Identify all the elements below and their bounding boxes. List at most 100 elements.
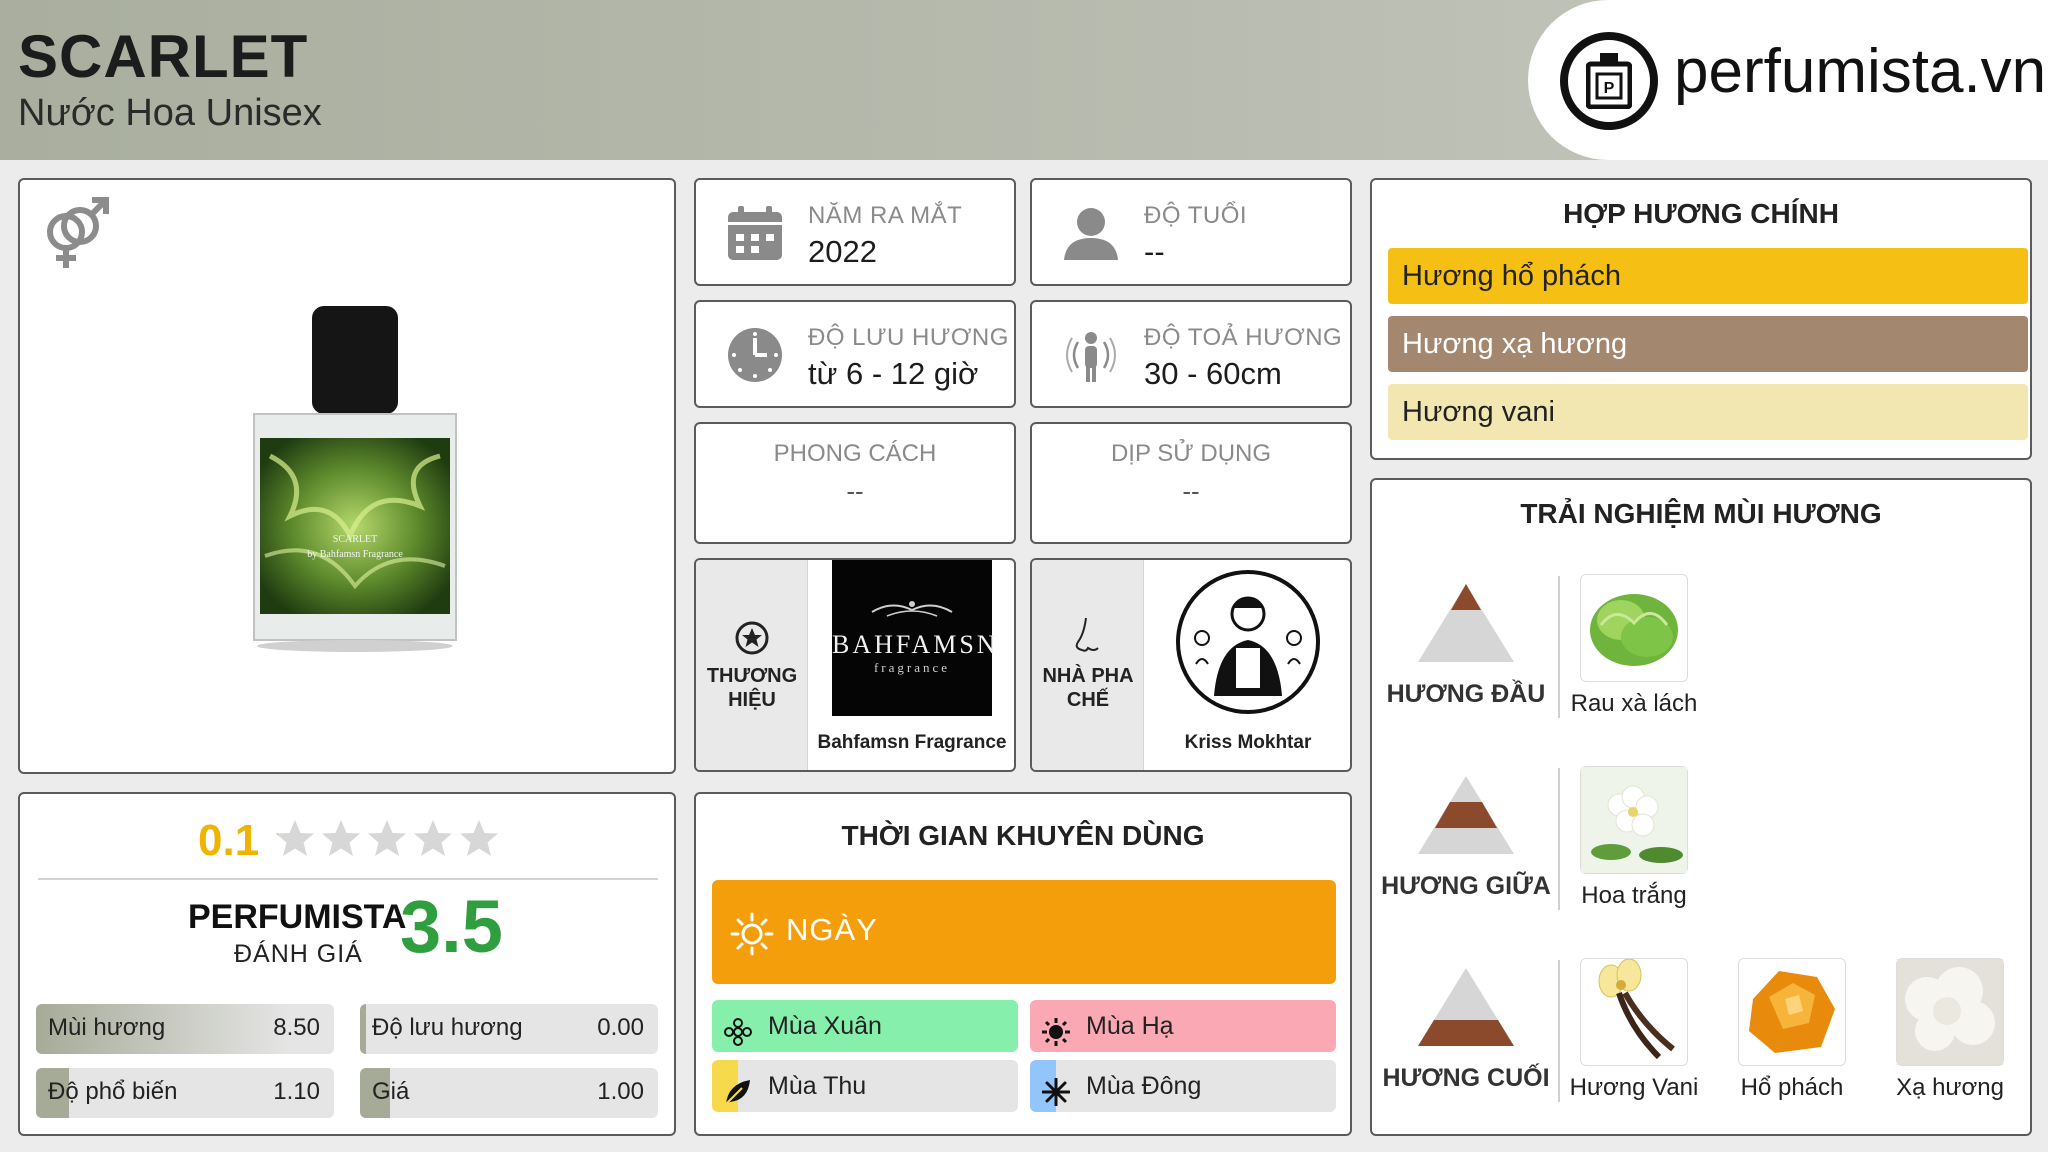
accord-musk: Hương xạ hương — [1388, 316, 2028, 372]
perfumer-label-panel: NHÀ PHA CHẾ — [1032, 560, 1144, 770]
musk-note-name: Xạ hương — [1896, 1074, 2004, 1101]
metric-price-label: Giá — [372, 1078, 410, 1105]
metric-popularity-label: Độ phổ biến — [48, 1078, 178, 1105]
white-flower-note-image[interactable] — [1580, 766, 1688, 874]
notes-pyramid-card: TRẢI NGHIỆM MÙI HƯƠNG HƯƠNG ĐẦU Rau xà l… — [1370, 478, 2032, 1136]
lettuce-note-image[interactable] — [1580, 574, 1688, 682]
perfume-title: SCARLET — [18, 23, 309, 90]
season-spring: Mùa Xuân — [712, 1000, 1018, 1052]
sun-icon — [1042, 1012, 1070, 1046]
svg-text:P: P — [1604, 80, 1615, 97]
style-value: -- — [846, 476, 864, 506]
style-label: PHONG CÁCH — [773, 440, 937, 467]
vanilla-note-name: Hương Vani — [1569, 1074, 1699, 1101]
occasion-label: DỊP SỬ DỤNG — [1110, 440, 1272, 467]
release-year-label: NĂM RA MẮT — [808, 202, 963, 229]
age-value: -- — [1144, 234, 1165, 269]
metric-scent-label: Mùi hương — [48, 1014, 166, 1041]
sillage-value: 30 - 60cm — [1144, 356, 1282, 391]
amber-note-image[interactable] — [1738, 958, 1846, 1066]
base-notes-pyramid-icon — [1418, 968, 1514, 1053]
season-winter-label: Mùa Đông — [1086, 1072, 1202, 1100]
star-icon-2[interactable] — [320, 818, 362, 860]
usage-time-title: THỜI GIAN KHUYÊN DÙNG — [841, 820, 1205, 851]
sillage-label: ĐỘ TOẢ HƯƠNG — [1144, 324, 1343, 351]
calendar-icon — [726, 204, 784, 262]
flower-icon — [724, 1012, 752, 1046]
rating-card: 0.1 PERFUMISTA ĐÁNH GIÁ 3.5 Mùi hương 8.… — [18, 792, 676, 1136]
notes-title: TRẢI NGHIỆM MÙI HƯƠNG — [1520, 498, 1882, 529]
rating-divider — [38, 878, 658, 880]
sillage-person-icon — [1062, 326, 1120, 384]
accord-amber: Hương hổ phách — [1388, 248, 2028, 304]
top-notes-label: HƯƠNG ĐẦU — [1386, 680, 1546, 708]
person-icon — [1062, 204, 1120, 262]
perfumista-sublabel: ĐÁNH GIÁ — [234, 940, 363, 968]
musk-note-image[interactable] — [1896, 958, 2004, 1066]
perfumista-label: PERFUMISTA — [188, 898, 407, 936]
star-icon-4[interactable] — [412, 818, 454, 860]
perfume-bottle-logo-icon: P — [1560, 32, 1658, 130]
style-card: PHONG CÁCH -- — [694, 422, 1016, 544]
release-year-value: 2022 — [808, 234, 877, 269]
metric-longevity-fill — [360, 1004, 366, 1054]
day-label: NGÀY — [786, 912, 878, 947]
middle-notes-pyramid-icon — [1418, 776, 1514, 861]
clock-icon — [726, 326, 784, 384]
longevity-card: ĐỘ LƯU HƯƠNG từ 6 - 12 giờ — [694, 300, 1016, 408]
longevity-value: từ 6 - 12 giờ — [808, 356, 979, 391]
season-summer-label: Mùa Hạ — [1086, 1012, 1174, 1040]
star-icon-1[interactable] — [274, 818, 316, 860]
white-flower-note-name: Hoa trắng — [1581, 882, 1687, 909]
age-label: ĐỘ TUỔI — [1144, 202, 1248, 229]
metric-longevity-label: Độ lưu hương — [372, 1014, 523, 1041]
season-autumn: Mùa Thu — [712, 1060, 1018, 1112]
star-icon-5[interactable] — [458, 818, 500, 860]
base-notes-label: HƯƠNG CUỐI — [1382, 1064, 1550, 1092]
metric-scent: Mùi hương 8.50 — [36, 1004, 334, 1054]
accord-vanilla: Hương vani — [1388, 384, 2028, 440]
perfumer-avatar — [1174, 568, 1322, 716]
bottle-label-title: SCARLET — [333, 534, 377, 545]
nose-icon — [1072, 616, 1104, 661]
perfumer-name: Kriss Mokhtar — [1184, 732, 1312, 753]
occasion-card: DỊP SỬ DỤNG -- — [1030, 422, 1352, 544]
page-header: SCARLET Nước Hoa Unisex P perfumista.vn — [0, 0, 2048, 160]
lettuce-note-name: Rau xà lách — [1570, 690, 1698, 717]
perfume-subtitle: Nước Hoa Unisex — [18, 92, 322, 134]
bottle-label-sub: by Bahfamsn Fragrance — [307, 549, 403, 560]
main-accords-title: HỢP HƯƠNG CHÍNH — [1563, 198, 1839, 229]
perfumer-label: NHÀ PHA CHẾ — [1042, 665, 1134, 711]
usage-time-card: THỜI GIAN KHUYÊN DÙNG NGÀY Mùa Xuân Mùa … — [694, 792, 1352, 1136]
unisex-gender-icon — [34, 194, 114, 279]
metric-price-value: 1.00 — [597, 1078, 644, 1105]
longevity-label: ĐỘ LƯU HƯƠNG — [808, 324, 1009, 351]
user-rating-score: 0.1 — [198, 816, 260, 865]
leaf-icon — [724, 1072, 752, 1105]
metric-scent-value: 8.50 — [273, 1014, 320, 1041]
day-bar: NGÀY — [712, 880, 1336, 984]
season-summer: Mùa Hạ — [1030, 1000, 1336, 1052]
middle-notes-label: HƯƠNG GIỮA — [1381, 872, 1551, 900]
perfume-bottle-image: SCARLET by Bahfamsn Fragrance — [250, 306, 460, 656]
vanilla-note-image[interactable] — [1580, 958, 1688, 1066]
season-spring-label: Mùa Xuân — [768, 1012, 882, 1040]
star-badge-icon — [734, 620, 770, 661]
brand-logo-area[interactable]: P perfumista.vn — [1528, 0, 2048, 160]
product-image-card: SCARLET by Bahfamsn Fragrance — [18, 178, 676, 774]
top-notes-pyramid-icon — [1418, 584, 1514, 669]
brand-card[interactable]: THƯƠNG HIỆU BAHFAMSN fragrance Bahfamsn … — [694, 558, 1016, 772]
main-accords-card: HỢP HƯƠNG CHÍNH Hương hổ phách Hương xạ … — [1370, 178, 2032, 460]
perfumer-card[interactable]: NHÀ PHA CHẾ Kriss Mokhtar — [1030, 558, 1352, 772]
perfumista-score: 3.5 — [400, 885, 503, 968]
sun-outline-icon — [730, 912, 774, 961]
user-rating-stars[interactable] — [274, 818, 500, 864]
brand-name: Bahfamsn Fragrance — [817, 732, 1007, 753]
season-autumn-label: Mùa Thu — [768, 1072, 867, 1100]
brand-label-panel: THƯƠNG HIỆU — [696, 560, 808, 770]
sillage-card: ĐỘ TOẢ HƯƠNG 30 - 60cm — [1030, 300, 1352, 408]
star-icon-3[interactable] — [366, 818, 408, 860]
metric-longevity: Độ lưu hương 0.00 — [360, 1004, 658, 1054]
metric-popularity-value: 1.10 — [273, 1078, 320, 1105]
brand-logo-subtext: fragrance — [873, 660, 951, 675]
